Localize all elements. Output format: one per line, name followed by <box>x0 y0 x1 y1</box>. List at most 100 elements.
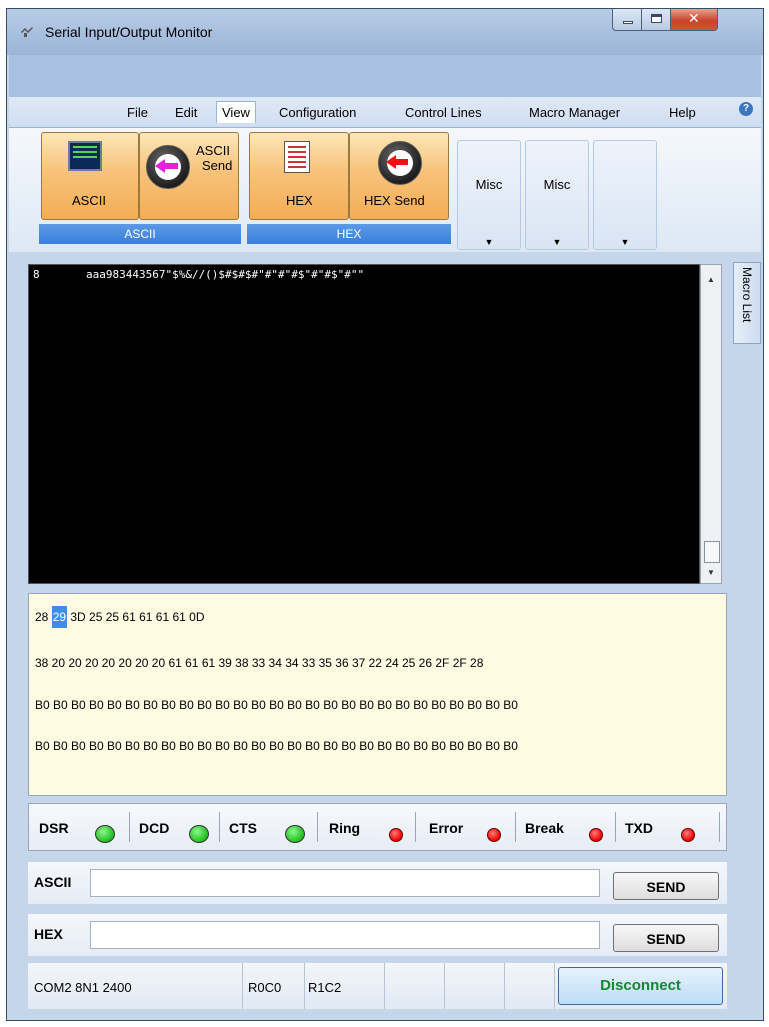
ring-label: Ring <box>329 820 361 836</box>
menu-bar: File Edit View Configuration Control Lin… <box>9 97 761 127</box>
ascii-button[interactable]: ASCII <box>41 132 139 220</box>
hex-send-row: HEX SEND <box>28 914 727 956</box>
ascii-send-row-button[interactable]: SEND <box>613 872 719 900</box>
break-led-icon <box>589 828 603 842</box>
close-button[interactable] <box>670 9 718 31</box>
hex-line-1-start: 28 <box>35 610 52 624</box>
line-error: Error <box>415 812 516 842</box>
ascii-send-line2: Send <box>202 158 233 173</box>
dcd-led-icon <box>189 825 209 843</box>
ascii-terminal[interactable]: 8 aaa983443567"$%&//()$#$#$#"#"#"#$"#"#$… <box>28 264 700 584</box>
dcd-label: DCD <box>139 820 170 836</box>
terminal-icon <box>68 141 102 171</box>
dsr-label: DSR <box>39 820 69 836</box>
cts-label: CTS <box>229 820 257 836</box>
dropdown-arrow-icon: ▼ <box>484 237 494 247</box>
hex-input[interactable] <box>90 921 600 949</box>
status-empty-cell-3 <box>504 963 555 1009</box>
disconnect-button[interactable]: Disconnect <box>558 967 723 1005</box>
ascii-input-label: ASCII <box>34 874 72 890</box>
hex-line-2: 38 20 20 20 20 20 20 20 61 61 61 39 38 3… <box>35 656 484 670</box>
ascii-input[interactable] <box>90 869 600 897</box>
arrow-shaft <box>394 159 408 165</box>
line-dsr: DSR <box>29 812 130 843</box>
line-dcd: DCD <box>129 812 220 843</box>
terminal-scrollbar[interactable]: ▲ ▼ <box>700 264 722 584</box>
ascii-group-label: ASCII <box>39 224 241 244</box>
hex-input-label: HEX <box>34 926 63 942</box>
app-icon <box>21 27 33 37</box>
title-bar[interactable]: Serial Input/Output Monitor <box>7 9 763 55</box>
ring-led-icon <box>389 828 403 842</box>
status-pos1-cell: R0C0 <box>242 963 305 1009</box>
hex-line-1-rest: 3D 25 25 61 61 61 61 0D <box>67 610 205 624</box>
dropdown-arrow-icon: ▼ <box>620 237 630 247</box>
hex-group-label: HEX <box>247 224 451 244</box>
menu-edit[interactable]: Edit <box>175 105 197 120</box>
dropdown-arrow-icon: ▼ <box>552 237 562 247</box>
hex-button[interactable]: HEX <box>249 132 349 220</box>
ascii-send-line1: ASCII <box>196 143 230 158</box>
macro-list-label: Macro List <box>740 267 754 323</box>
misc-dropdown-3[interactable]: ▼ <box>593 140 657 250</box>
line-txd: TXD <box>615 812 720 842</box>
line-ring: Ring <box>317 812 416 842</box>
help-icon[interactable]: ? <box>739 102 753 116</box>
macro-list-tab[interactable]: Macro List <box>733 262 761 344</box>
scroll-up-icon[interactable]: ▲ <box>701 275 721 284</box>
hex-send-button[interactable]: HEX Send <box>349 132 449 220</box>
ascii-send-button[interactable]: ASCII Send <box>139 132 239 220</box>
quick-access-band <box>9 55 761 97</box>
hex-line-4: B0 B0 B0 B0 B0 B0 B0 B0 B0 B0 B0 B0 B0 B… <box>35 739 518 753</box>
minimize-button[interactable] <box>612 9 642 31</box>
maximize-button[interactable] <box>641 9 671 31</box>
hex-line-1: 28 29 3D 25 25 61 61 61 61 0D <box>35 606 205 628</box>
status-empty-cell-2 <box>444 963 505 1009</box>
menu-control-lines[interactable]: Control Lines <box>405 105 482 120</box>
ribbon: ASCII ASCII Send ASCII HEX HEX Send HEX … <box>9 127 761 252</box>
hex-document-icon <box>284 141 310 173</box>
cursor-pos-1: R0C0 <box>248 980 282 995</box>
terminal-text: 8 aaa983443567"$%&//()$#$#$#"#"#"#$"#"#$… <box>33 268 365 281</box>
scroll-thumb[interactable] <box>704 541 720 563</box>
ascii-button-label: ASCII <box>72 193 106 208</box>
error-led-icon <box>487 828 501 842</box>
window-title: Serial Input/Output Monitor <box>45 24 213 40</box>
error-label: Error <box>429 820 464 836</box>
control-lines-panel: DSR DCD CTS Ring Error Break TXD <box>28 803 727 851</box>
scroll-down-icon[interactable]: ▼ <box>701 568 721 577</box>
hex-send-row-button[interactable]: SEND <box>613 924 719 952</box>
misc-label-2: Misc <box>543 177 571 192</box>
misc-dropdown-1[interactable]: Misc ▼ <box>457 140 521 250</box>
status-empty-cell-1 <box>384 963 445 1009</box>
ascii-group: ASCII ASCII Send ASCII <box>39 132 241 244</box>
menu-view[interactable]: View <box>216 101 256 123</box>
hex-send-label: HEX Send <box>364 193 425 208</box>
ascii-send-row: ASCII SEND <box>28 862 727 904</box>
txd-label: TXD <box>625 820 653 836</box>
cursor-pos-2: R1C2 <box>308 980 342 995</box>
line-cts: CTS <box>219 812 318 843</box>
line-break: Break <box>515 812 616 842</box>
menu-file[interactable]: File <box>127 105 148 120</box>
cts-led-icon <box>285 825 305 843</box>
menu-macro-manager[interactable]: Macro Manager <box>529 105 620 120</box>
arrow-head <box>155 159 165 173</box>
txd-led-icon <box>681 828 695 842</box>
hex-view[interactable]: 28 29 3D 25 25 61 61 61 61 0D 38 20 20 2… <box>28 593 727 796</box>
menu-configuration[interactable]: Configuration <box>279 105 356 120</box>
hex-group: HEX HEX Send HEX <box>247 132 451 244</box>
status-port-cell: COM2 8N1 2400 <box>28 963 243 1009</box>
misc-dropdown-2[interactable]: Misc ▼ <box>525 140 589 250</box>
menu-help[interactable]: Help <box>669 105 696 120</box>
hex-selected-byte[interactable]: 29 <box>51 606 68 628</box>
break-label: Break <box>525 820 564 836</box>
status-bar: COM2 8N1 2400 R0C0 R1C2 Disconnect <box>28 963 727 1009</box>
misc-label-1: Misc <box>475 177 503 192</box>
dsr-led-icon <box>95 825 115 843</box>
status-pos2-cell: R1C2 <box>304 963 385 1009</box>
hex-button-label: HEX <box>286 193 313 208</box>
hex-line-3: B0 B0 B0 B0 B0 B0 B0 B0 B0 B0 B0 B0 B0 B… <box>35 698 518 712</box>
arrow-shaft <box>164 163 178 169</box>
port-settings: COM2 8N1 2400 <box>34 980 132 995</box>
